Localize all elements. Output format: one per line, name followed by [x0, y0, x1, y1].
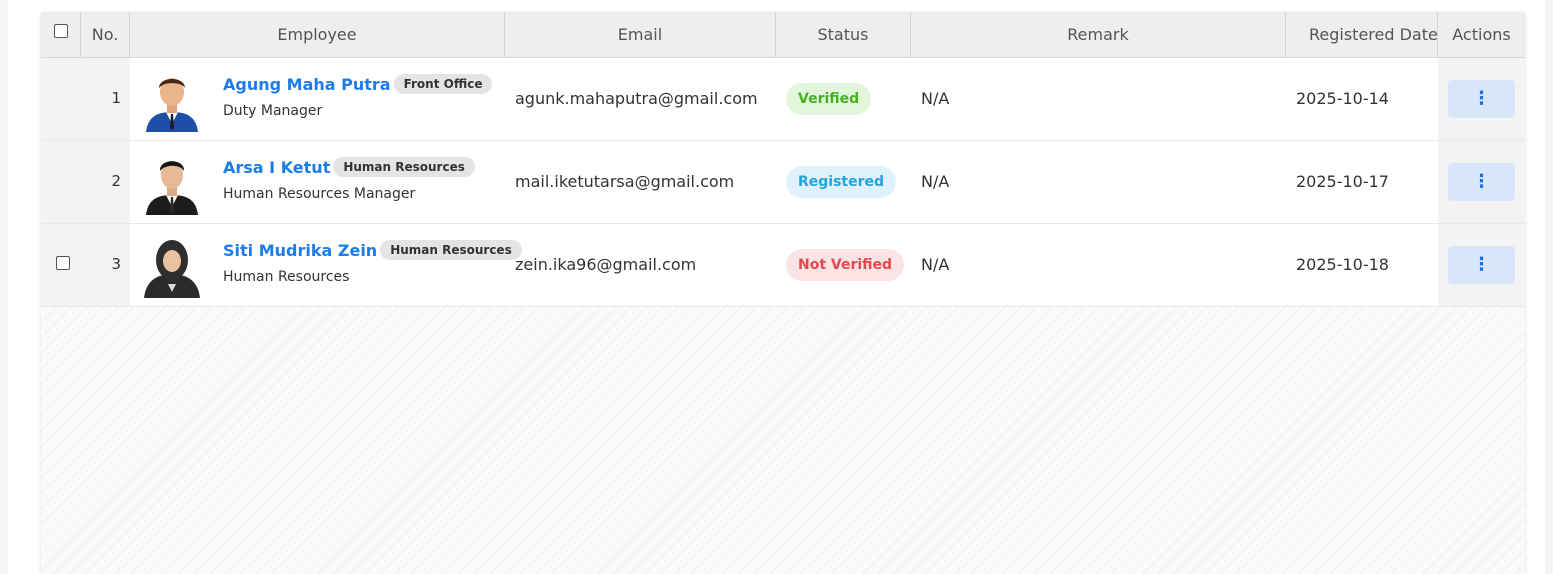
- table-header: No. Employee Email Status Remark Registe…: [41, 12, 1525, 58]
- row-number: 2: [111, 172, 121, 190]
- registered-date: 2025-10-14: [1296, 89, 1389, 108]
- row-select-checkbox[interactable]: [56, 256, 70, 270]
- employee-avatar: [144, 240, 200, 298]
- header-no[interactable]: No.: [81, 12, 130, 57]
- employee-title: Duty Manager: [223, 103, 323, 119]
- header-actions: Actions: [1452, 25, 1511, 44]
- more-vertical-icon: ⋮: [1472, 254, 1491, 275]
- more-vertical-icon: ⋮: [1472, 88, 1491, 109]
- table-row[interactable]: 3 Siti Mudrika Zein Human Resources Human…: [41, 224, 1525, 307]
- employee-name-link[interactable]: Agung Maha Putra: [223, 75, 391, 94]
- employee-name-link[interactable]: Arsa I Ketut: [223, 158, 330, 177]
- header-registered-date[interactable]: Registered Date: [1286, 12, 1438, 57]
- status-badge: Verified: [786, 83, 872, 115]
- registered-date: 2025-10-17: [1296, 172, 1389, 191]
- more-vertical-icon: ⋮: [1472, 171, 1491, 192]
- employee-avatar: [146, 78, 198, 132]
- remark-text: N/A: [921, 255, 950, 274]
- remark-text: N/A: [921, 172, 950, 191]
- row-actions-menu-button[interactable]: ⋮: [1448, 246, 1515, 284]
- row-number: 1: [111, 89, 121, 107]
- employee-title: Human Resources Manager: [223, 186, 416, 202]
- department-badge: Human Resources: [380, 240, 522, 260]
- table-row[interactable]: 1 Agung Maha Putra Front Office Duty Mana…: [41, 58, 1525, 141]
- department-badge: Human Resources: [333, 157, 475, 177]
- row-actions-menu-button[interactable]: ⋮: [1448, 80, 1515, 118]
- department-badge: Front Office: [393, 74, 493, 94]
- employee-avatar: [146, 161, 198, 215]
- row-number: 3: [111, 255, 121, 273]
- header-email[interactable]: Email: [505, 12, 776, 57]
- employee-table: No. Employee Email Status Remark Registe…: [41, 12, 1525, 574]
- table-row[interactable]: 2 Arsa I Ketut Human Resources Human Reso…: [41, 141, 1525, 224]
- status-badge: Not Verified: [786, 249, 905, 281]
- header-select-all: [41, 12, 81, 57]
- header-remark[interactable]: Remark: [911, 12, 1286, 57]
- remark-text: N/A: [921, 89, 950, 108]
- content-card: No. Employee Email Status Remark Registe…: [8, 0, 1545, 574]
- header-status[interactable]: Status: [776, 12, 911, 57]
- header-employee[interactable]: Employee: [130, 12, 505, 57]
- employee-email: agunk.mahaputra@gmail.com: [515, 89, 758, 108]
- status-badge: Registered: [786, 166, 897, 198]
- row-actions-menu-button[interactable]: ⋮: [1448, 163, 1515, 201]
- registered-date: 2025-10-18: [1296, 255, 1389, 274]
- employee-title: Human Resources: [223, 269, 350, 285]
- employee-email: zein.ika96@gmail.com: [515, 255, 697, 274]
- employee-name-link[interactable]: Siti Mudrika Zein: [223, 241, 377, 260]
- select-all-checkbox[interactable]: [54, 24, 68, 38]
- employee-email: mail.iketutarsa@gmail.com: [515, 172, 735, 191]
